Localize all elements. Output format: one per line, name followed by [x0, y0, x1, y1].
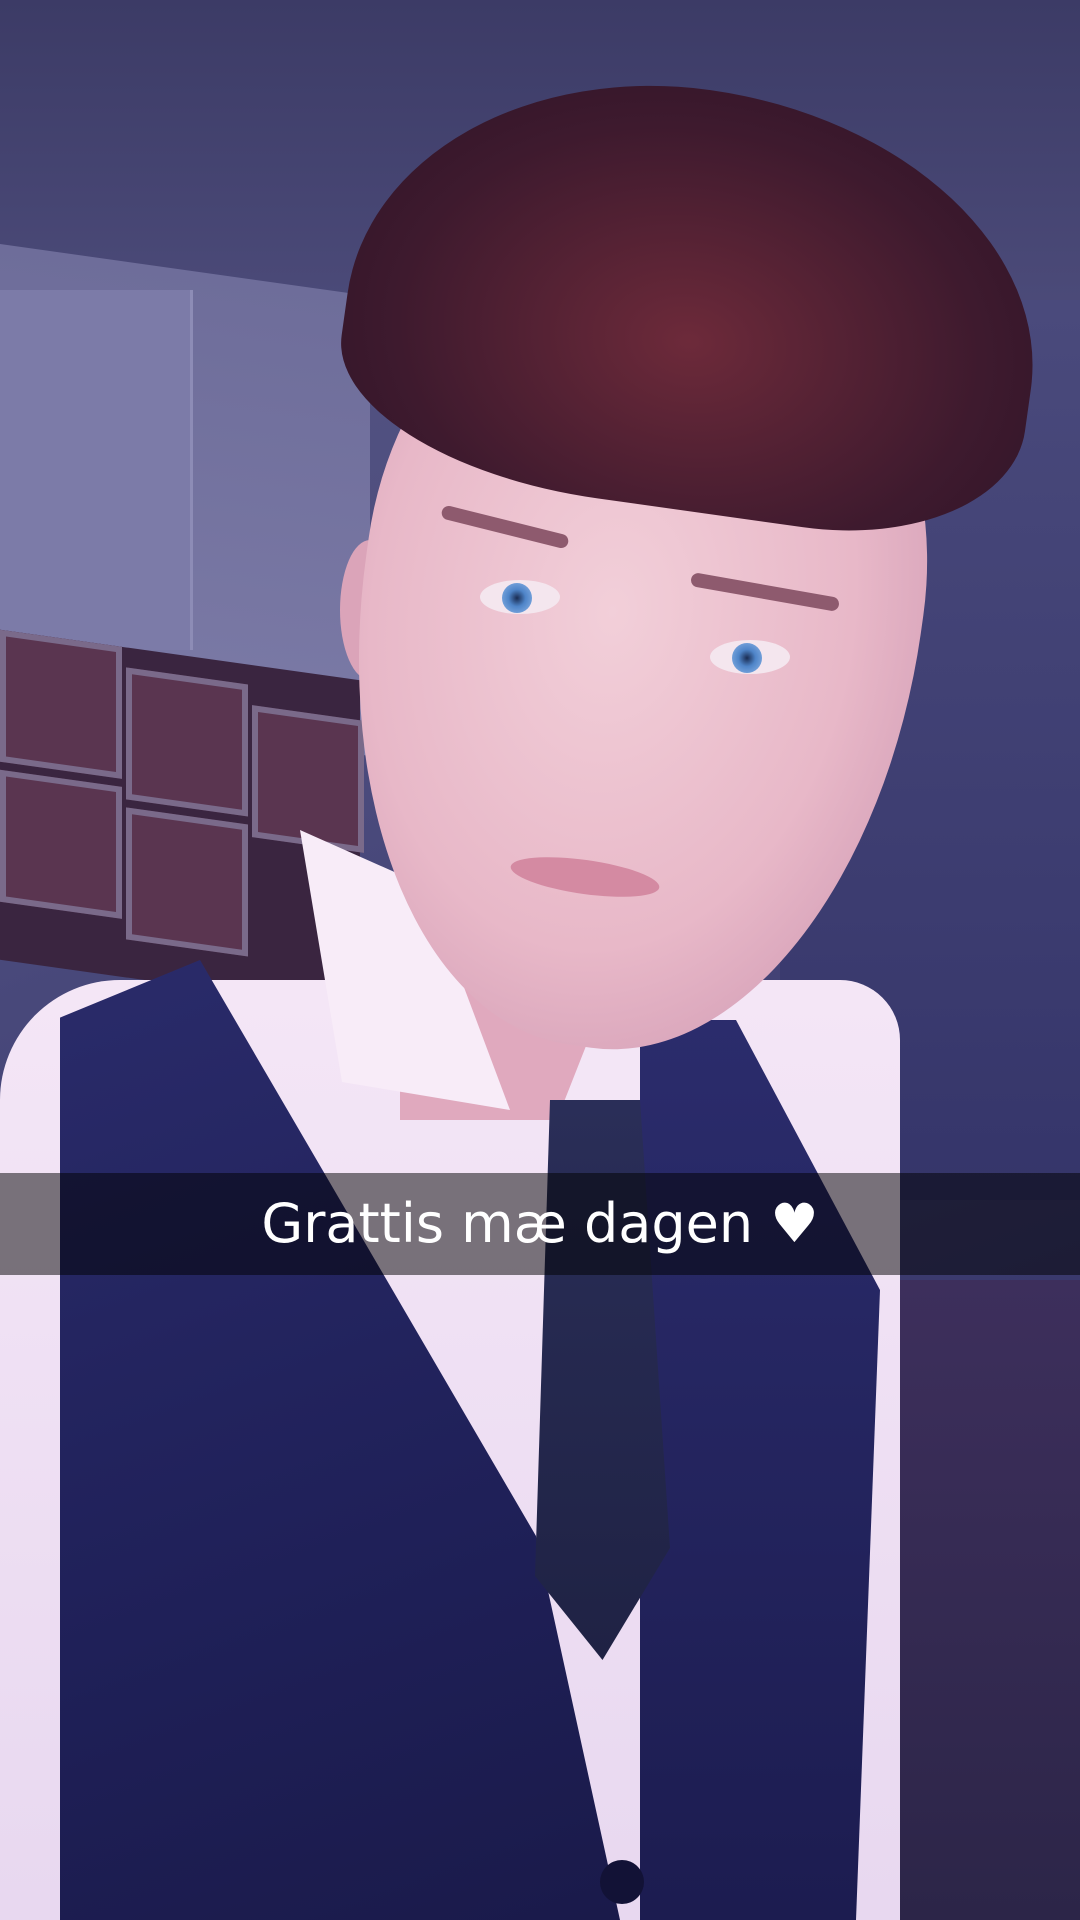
wall-panel: [0, 290, 193, 650]
left-eye: [480, 580, 560, 614]
shelf: [0, 629, 364, 1011]
selfie-photo: Grattis mæ dagen ♥: [0, 0, 1080, 1920]
caption-bar: Grattis mæ dagen ♥: [0, 1173, 1080, 1275]
vest-button: [600, 1860, 644, 1904]
caption-text: Grattis mæ dagen ♥: [261, 1192, 819, 1255]
right-eye: [710, 640, 790, 674]
